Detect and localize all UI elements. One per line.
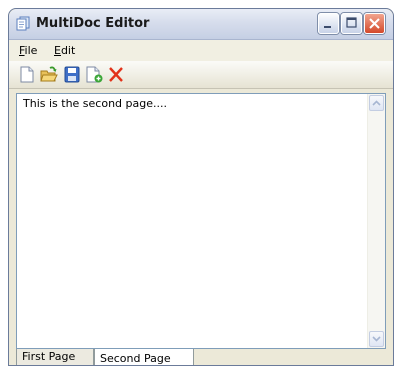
minimize-icon [324,26,331,28]
maximize-button[interactable] [341,13,362,34]
app-window: MultiDoc Editor File Edit This is the se… [8,8,394,366]
menu-file-label: ile [24,44,38,57]
title-bar[interactable]: MultiDoc Editor [9,9,393,40]
save-icon[interactable] [62,65,82,84]
app-icon [16,16,30,31]
tab-second-page[interactable]: Second Page [94,349,194,365]
tab-first-page-label: First Page [22,350,76,363]
close-button[interactable] [364,13,385,34]
menu-edit-label: dit [60,44,76,57]
tab-second-page-label: Second Page [100,352,171,365]
chevron-up-icon [372,100,381,106]
menu-bar: File Edit [9,40,393,61]
vertical-scrollbar[interactable] [367,94,385,348]
menu-file[interactable]: File [19,44,37,57]
minimize-button[interactable] [318,13,339,34]
close-icon [369,18,380,29]
page-tabs: First Page Second Page [16,349,393,365]
window-title: MultiDoc Editor [36,16,150,31]
text-editor[interactable]: This is the second page.... [16,93,386,349]
open-icon[interactable] [39,65,59,84]
scroll-down-button[interactable] [369,331,384,347]
editor-content[interactable]: This is the second page.... [23,97,167,110]
menu-edit[interactable]: Edit [54,44,75,57]
scroll-up-button[interactable] [369,95,384,111]
new-page-icon[interactable] [84,65,104,84]
menu-edit-mnemonic: E [54,44,61,57]
delete-icon[interactable] [106,65,126,84]
tab-first-page[interactable]: First Page [16,349,94,365]
new-icon[interactable] [17,65,37,84]
chevron-down-icon [372,336,381,342]
maximize-icon [346,17,357,28]
toolbar [9,61,393,89]
